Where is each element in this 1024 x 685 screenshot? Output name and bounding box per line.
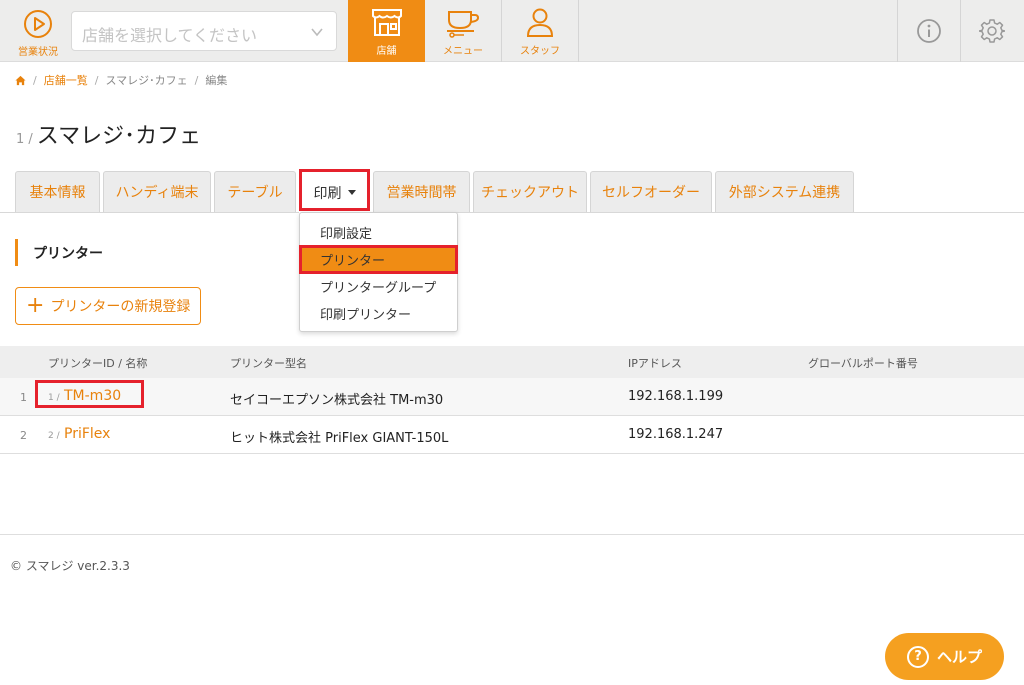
breadcrumb-edit: 編集 bbox=[205, 74, 228, 87]
tab-external-system[interactable]: 外部システム連携 bbox=[715, 171, 854, 212]
tab-print[interactable]: 印刷 bbox=[299, 169, 370, 214]
page-title-text: スマレジ･カフェ bbox=[36, 124, 202, 149]
add-printer-label: プリンターの新規登録 bbox=[50, 299, 191, 315]
footer-version: © スマレジ ver.2.3.3 bbox=[10, 559, 130, 573]
business-status-button[interactable]: 営業状況 bbox=[0, 0, 72, 62]
tab-self-order[interactable]: セルフオーダー bbox=[590, 171, 712, 212]
divider bbox=[0, 534, 1024, 535]
menu-item-label: 印刷設定 bbox=[320, 227, 373, 242]
coffee-cup-icon bbox=[447, 11, 480, 38]
printer-name-link[interactable]: PriFlex bbox=[64, 426, 110, 442]
add-printer-button[interactable]: + プリンターの新規登録 bbox=[15, 287, 201, 325]
tab-label: セルフオーダー bbox=[602, 185, 700, 201]
print-dropdown-menu: 印刷設定 プリンター プリンターグループ 印刷プリンター bbox=[299, 212, 458, 332]
info-icon bbox=[917, 19, 941, 43]
tab-table[interactable]: テーブル bbox=[214, 171, 296, 212]
breadcrumb: / 店舗一覧 / スマレジ･カフェ / 編集 bbox=[15, 72, 227, 88]
nav-staff[interactable]: スタッフ bbox=[502, 0, 579, 62]
info-button[interactable] bbox=[897, 0, 960, 62]
play-circle-icon bbox=[24, 10, 52, 38]
col-header-id-name: プリンターID / 名称 bbox=[48, 357, 148, 370]
menu-item-label: 印刷プリンター bbox=[320, 308, 412, 323]
tab-basic-info[interactable]: 基本情報 bbox=[15, 171, 100, 212]
col-header-port: グローバルポート番号 bbox=[808, 357, 918, 370]
nav-menu-label: メニュー bbox=[443, 46, 483, 57]
highlight-box bbox=[299, 169, 370, 211]
section-heading: プリンター bbox=[15, 239, 103, 266]
printer-model: セイコーエプソン株式会社 TM-m30 bbox=[230, 393, 444, 408]
tab-label: ハンディ端末 bbox=[115, 185, 199, 201]
menu-item-print-printer[interactable]: 印刷プリンター bbox=[300, 300, 457, 327]
nav-store[interactable]: 店舗 bbox=[348, 0, 425, 62]
col-header-ip: IPアドレス bbox=[628, 357, 682, 370]
menu-item-print-settings[interactable]: 印刷設定 bbox=[300, 219, 457, 246]
highlight-box bbox=[35, 380, 144, 408]
settings-button[interactable] bbox=[960, 0, 1023, 62]
row-index: 2 bbox=[20, 429, 27, 442]
nav-menu[interactable]: メニュー bbox=[425, 0, 502, 62]
breadcrumb-separator: / bbox=[94, 73, 99, 87]
chevron-down-icon bbox=[311, 28, 323, 37]
table-row[interactable]: 1 1 / TM-m30 セイコーエプソン株式会社 TM-m30 192.168… bbox=[0, 378, 1024, 416]
breadcrumb-separator: / bbox=[33, 73, 37, 87]
tab-label: 基本情報 bbox=[29, 185, 86, 201]
help-label: ヘルプ bbox=[936, 648, 982, 666]
menu-item-printer[interactable]: プリンター bbox=[299, 245, 458, 274]
row-index: 1 bbox=[20, 391, 27, 404]
page-title: 1 / スマレジ･カフェ bbox=[16, 118, 201, 150]
highlight-box bbox=[299, 245, 458, 274]
menu-item-printer-group[interactable]: プリンターグループ bbox=[300, 273, 457, 300]
tab-label: 営業時間帯 bbox=[386, 185, 457, 201]
business-status-label: 営業状況 bbox=[18, 47, 58, 58]
help-button[interactable]: ? ヘルプ bbox=[885, 633, 1004, 680]
tab-label: 外部システム連携 bbox=[728, 185, 841, 201]
table-header: プリンターID / 名称 プリンター型名 IPアドレス グローバルポート番号 bbox=[0, 346, 1024, 378]
breadcrumb-store-name: スマレジ･カフェ bbox=[105, 74, 188, 87]
breadcrumb-store-list[interactable]: 店舗一覧 bbox=[44, 72, 88, 88]
store-select-placeholder: 店舗を選択してください bbox=[82, 26, 258, 45]
tab-bar: 基本情報 ハンディ端末 テーブル 印刷 営業時間帯 チェックアウト セルフオーダ… bbox=[0, 169, 1024, 214]
printer-ip: 192.168.1.199 bbox=[628, 389, 724, 404]
menu-item-label: プリンターグループ bbox=[320, 281, 437, 296]
storefront-icon bbox=[371, 9, 402, 36]
printer-ip: 192.168.1.247 bbox=[628, 427, 724, 442]
nav-staff-label: スタッフ bbox=[520, 46, 560, 57]
top-bar: 営業状況 店舗を選択してください 店舗 メニュー スタッフ bbox=[0, 0, 1024, 62]
printer-id: 2 / bbox=[48, 431, 60, 441]
person-icon bbox=[526, 8, 554, 37]
col-header-model: プリンター型名 bbox=[230, 357, 307, 370]
tab-business-hours[interactable]: 営業時間帯 bbox=[373, 171, 470, 212]
store-select[interactable]: 店舗を選択してください bbox=[71, 11, 337, 51]
tab-label: チェックアウト bbox=[481, 185, 579, 201]
breadcrumb-separator: / bbox=[194, 73, 199, 87]
tab-checkout[interactable]: チェックアウト bbox=[473, 171, 587, 212]
printer-table: プリンターID / 名称 プリンター型名 IPアドレス グローバルポート番号 1… bbox=[0, 346, 1024, 454]
plus-icon: + bbox=[26, 293, 45, 318]
tab-label: テーブル bbox=[227, 185, 283, 201]
table-row[interactable]: 2 2 / PriFlex ヒット株式会社 PriFlex GIANT-150L… bbox=[0, 416, 1024, 454]
gear-icon bbox=[979, 19, 1005, 43]
page-title-number: 1 / bbox=[16, 132, 33, 147]
home-icon[interactable] bbox=[15, 75, 26, 86]
question-icon: ? bbox=[906, 645, 929, 668]
nav-store-label: 店舗 bbox=[376, 46, 397, 57]
tab-handy-device[interactable]: ハンディ端末 bbox=[103, 171, 211, 212]
printer-model: ヒット株式会社 PriFlex GIANT-150L bbox=[230, 431, 449, 446]
